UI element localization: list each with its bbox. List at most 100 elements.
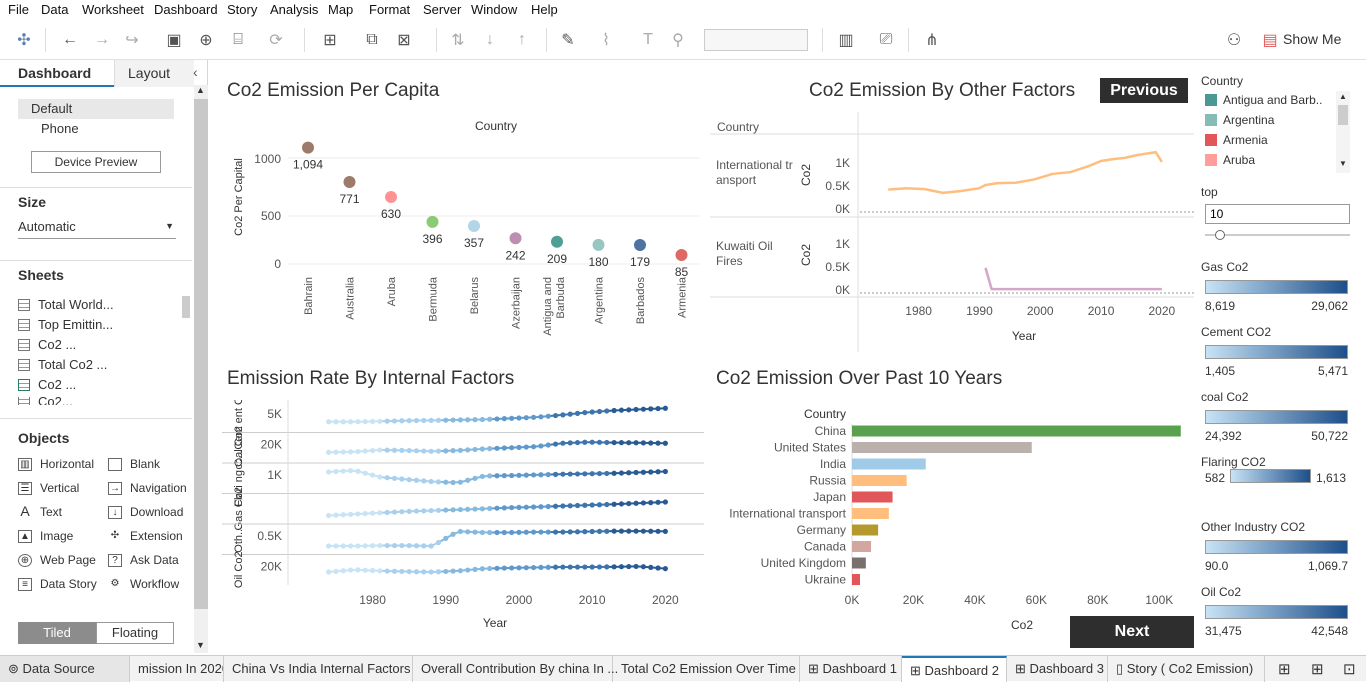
scroll-down-icon[interactable]: ▼	[196, 640, 205, 650]
sheet-item[interactable]: Top Emittin...	[18, 317, 113, 332]
new-worksheet-icon[interactable]: ⊞	[318, 28, 342, 52]
new-worksheet-tab-icon[interactable]: ⊞	[1278, 660, 1291, 678]
tab-layout[interactable]: Layout	[114, 60, 194, 87]
sheet-item[interactable]: Co2 ...	[18, 337, 76, 352]
worksheet-used-icon	[18, 379, 30, 391]
attach-icon[interactable]: ⌇	[594, 28, 618, 52]
top-slider-track[interactable]	[1205, 234, 1350, 236]
data-point	[443, 418, 448, 423]
menu-help[interactable]: Help	[531, 2, 558, 17]
tab-data-source[interactable]: ⊚ Data Source	[0, 656, 130, 682]
menu-worksheet[interactable]: Worksheet	[82, 2, 144, 17]
floating-button[interactable]: Floating	[96, 622, 174, 644]
labels-icon[interactable]: T	[636, 28, 660, 52]
range-max: 50,722	[1300, 429, 1348, 443]
tab-dashboard-2[interactable]: ⊞ Dashboard 2	[902, 656, 1007, 682]
previous-button[interactable]: Previous	[1100, 78, 1188, 103]
legend-item[interactable]: Aruba	[1205, 153, 1255, 167]
sort-ascending-icon[interactable]: ↓	[478, 28, 502, 52]
legend-item[interactable]: Armenia	[1205, 133, 1268, 147]
swap-icon[interactable]: ⇅	[446, 28, 470, 52]
sheets-scrollbar[interactable]	[182, 296, 190, 318]
country-legend-scrollbar[interactable]: ▲ ▼	[1336, 91, 1350, 173]
menu-story[interactable]: Story	[227, 2, 257, 17]
sort-descending-icon[interactable]: ↑	[510, 28, 534, 52]
undo-icon[interactable]: ←	[58, 28, 82, 52]
sheet-item[interactable]: Total Co2 ...	[18, 357, 107, 372]
show-cards-icon[interactable]: ▥	[834, 28, 858, 52]
menu-server[interactable]: Server	[423, 2, 461, 17]
object-image[interactable]: ▲Image	[18, 529, 73, 543]
tab-sheet[interactable]: mission In 2020	[130, 656, 224, 682]
object-ask-data[interactable]: ?Ask Data	[108, 553, 179, 567]
tableau-logo-icon[interactable]: ✣	[12, 28, 36, 52]
object-navigation[interactable]: →Navigation	[108, 481, 187, 495]
scroll-up-icon[interactable]: ▲	[196, 85, 205, 95]
left-pane-scrollbar[interactable]: ▲ ▼	[194, 85, 208, 653]
pin-icon[interactable]: ⚲	[666, 28, 690, 52]
save-icon[interactable]: ▣	[162, 28, 186, 52]
show-me-icon[interactable]: ▤	[1258, 28, 1282, 52]
device-preview-button[interactable]: Device Preview	[31, 151, 161, 173]
highlight-icon[interactable]: ✎	[556, 28, 580, 52]
tiled-button[interactable]: Tiled	[18, 622, 96, 644]
object-data-story[interactable]: ≡Data Story	[18, 577, 97, 591]
scroll-down-icon[interactable]: ▼	[1339, 159, 1347, 168]
tab-sheet[interactable]: Total Co2 Emission Over Time	[613, 656, 800, 682]
new-dashboard-tab-icon[interactable]: ⊞	[1311, 660, 1324, 678]
data-point	[575, 503, 580, 508]
object-extension[interactable]: ✣Extension	[108, 529, 183, 543]
pause-updates-icon[interactable]: ⌸	[226, 28, 250, 52]
new-data-source-icon[interactable]: ⊕	[194, 28, 218, 52]
scroll-up-icon[interactable]: ▲	[1339, 92, 1347, 101]
menu-format[interactable]: Format	[369, 2, 410, 17]
clear-sheet-icon[interactable]: ⊠	[392, 28, 416, 52]
sheet-item[interactable]: Co2...	[18, 397, 73, 405]
duplicate-sheet-icon[interactable]: ⧉	[360, 28, 384, 52]
legend-item[interactable]: Argentina	[1205, 113, 1274, 127]
worksheet-icon	[18, 299, 30, 311]
device-default[interactable]: Default	[18, 99, 174, 119]
menu-dashboard[interactable]: Dashboard	[154, 2, 218, 17]
show-me-button[interactable]: Show Me	[1283, 31, 1341, 47]
object-web-page[interactable]: ⊕Web Page	[18, 553, 96, 567]
tab-dashboard[interactable]: Dashboard	[0, 60, 114, 87]
tab-sheet[interactable]: Overall Contribution By china In ...	[413, 656, 613, 682]
data-point	[363, 568, 368, 573]
top-slider-handle[interactable]	[1215, 230, 1225, 240]
object-horizontal[interactable]: ▥Horizontal	[18, 457, 94, 471]
object-blank[interactable]: Blank	[108, 457, 160, 471]
object-text[interactable]: AText	[18, 505, 62, 519]
scrollbar-thumb[interactable]	[1338, 105, 1348, 125]
country-legend-title: Country	[1201, 74, 1243, 88]
legend-item[interactable]: Antigua and Barb..	[1205, 93, 1322, 107]
sheet-item[interactable]: Co2 ...	[18, 377, 76, 392]
tab-story[interactable]: ▯ Story ( Co2 Emission)	[1108, 656, 1265, 682]
refresh-icon[interactable]: ⟳	[264, 28, 288, 52]
presentation-mode-icon[interactable]: ⎚	[874, 28, 898, 52]
top-parameter-input[interactable]	[1205, 204, 1350, 224]
menu-data[interactable]: Data	[41, 2, 68, 17]
object-vertical[interactable]: ☰Vertical	[18, 481, 79, 495]
new-story-tab-icon[interactable]: ⊡	[1343, 660, 1356, 678]
share-icon[interactable]: ⋔	[920, 28, 944, 52]
menu-map[interactable]: Map	[328, 2, 353, 17]
size-dropdown[interactable]: Automatic ▼	[18, 219, 176, 239]
menu-file[interactable]: File	[8, 2, 29, 17]
tab-dashboard-3[interactable]: ⊞ Dashboard 3	[1007, 656, 1108, 682]
scrollbar-thumb[interactable]	[194, 99, 208, 609]
object-download[interactable]: ↓Download	[108, 505, 183, 519]
collapse-pane-icon[interactable]: ‹	[193, 64, 198, 80]
data-guide-icon[interactable]: ⚇	[1222, 28, 1246, 52]
tab-sheet[interactable]: China Vs India Internal Factors	[224, 656, 413, 682]
replay-icon[interactable]: ↪	[120, 28, 144, 52]
fit-dropdown[interactable]	[704, 29, 808, 51]
device-phone[interactable]: Phone	[41, 121, 79, 136]
tab-dashboard-1[interactable]: ⊞ Dashboard 1	[800, 656, 902, 682]
object-workflow[interactable]: ⚙Workflow	[108, 577, 179, 591]
menu-analysis[interactable]: Analysis	[270, 2, 318, 17]
sheet-item[interactable]: Total World...	[18, 297, 114, 312]
country-legend[interactable]: Antigua and Barb.. Argentina Armenia Aruba	[1201, 91, 1333, 171]
menu-window[interactable]: Window	[471, 2, 517, 17]
redo-icon[interactable]: →	[90, 28, 114, 52]
